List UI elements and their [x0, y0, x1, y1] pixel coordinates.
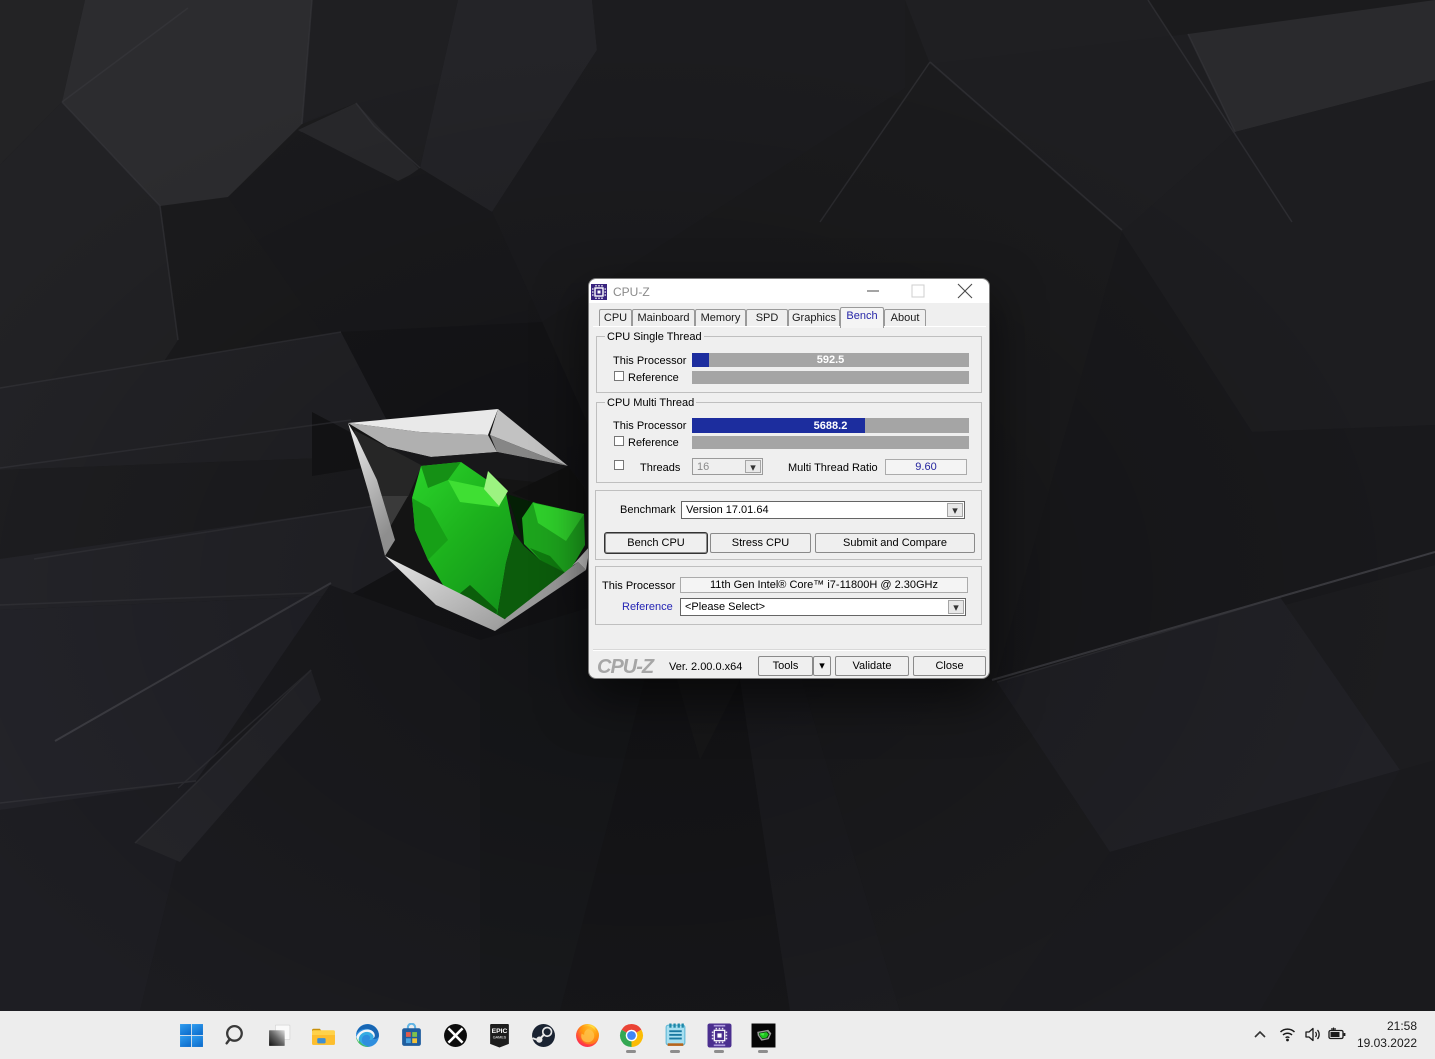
svg-text:GAMES: GAMES: [492, 1035, 506, 1039]
svg-text:EPIC: EPIC: [491, 1027, 507, 1034]
